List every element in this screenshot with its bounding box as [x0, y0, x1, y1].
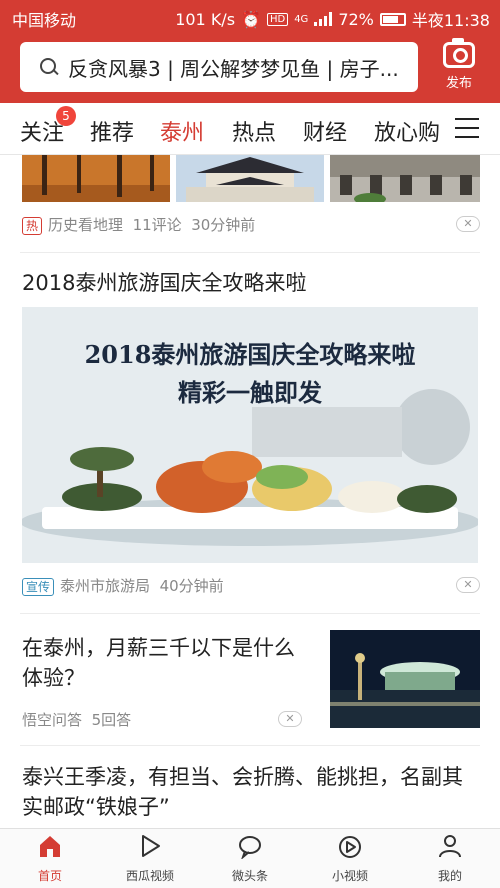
play-icon: [142, 835, 160, 857]
nav-profile[interactable]: 我的: [400, 833, 500, 884]
channel-menu-icon[interactable]: [455, 118, 479, 138]
nav-short-video-label: 小视频: [331, 869, 368, 883]
item1-dismiss-button[interactable]: ✕: [456, 216, 480, 232]
item3-title[interactable]: 在泰州，月薪三千以下是什么体验？: [22, 633, 312, 693]
tab-taizhou[interactable]: 泰州: [160, 115, 204, 147]
item2-time: 40分钟前: [159, 577, 224, 595]
item2-banner-image[interactable]: 2018泰州旅游国庆全攻略来啦 精彩一触即发: [22, 307, 478, 563]
hot-tag: 热: [22, 217, 43, 235]
nav-home-label: 首页: [37, 869, 62, 883]
divider: [20, 613, 480, 614]
home-icon: [40, 836, 60, 857]
nav-xigua-label: 西瓜视频: [125, 869, 174, 883]
divider: [20, 745, 480, 746]
battery-icon: [379, 12, 406, 26]
item1-time: 30分钟前: [191, 216, 256, 234]
nav-short-video[interactable]: 小视频: [300, 833, 400, 884]
tab-finance[interactable]: 财经: [303, 115, 347, 147]
item1-comments: 11评论: [132, 216, 182, 234]
item2-source[interactable]: 泰州市旅游局: [60, 577, 150, 595]
banner-headline: 2018泰州旅游国庆全攻略来啦: [84, 340, 416, 369]
item3-dismiss-button[interactable]: ✕: [278, 711, 302, 727]
publish-label: 发布: [445, 76, 472, 91]
network-speed: 101 K/s: [175, 9, 236, 29]
chat-bubble-icon: [239, 836, 261, 861]
nav-xigua-video[interactable]: 西瓜视频: [100, 833, 200, 884]
tab-recommend[interactable]: 推荐: [90, 115, 134, 147]
search-icon: [40, 58, 58, 76]
search-bar[interactable]: 反贪风暴3 | 周公解梦梦见鱼 | 房子...: [20, 42, 418, 92]
item3-meta: 悟空问答 5回答: [22, 709, 131, 730]
tab-hot[interactable]: 热点: [232, 115, 276, 147]
search-suggestion-text: 反贪风暴3 | 周公解梦梦见鱼 | 房子...: [68, 56, 399, 81]
item1-image-2[interactable]: [176, 155, 324, 202]
publish-button[interactable]: 发布: [434, 38, 484, 98]
short-video-icon: [339, 836, 361, 858]
carrier-label: 中国移动: [12, 11, 77, 30]
signal-icon: [314, 12, 333, 26]
item2-title[interactable]: 2018泰州旅游国庆全攻略来啦: [22, 268, 478, 298]
promo-tag: 宣传: [22, 578, 55, 596]
nav-home[interactable]: 首页: [0, 833, 100, 884]
tab-shopping[interactable]: 放心购: [374, 115, 440, 147]
bottom-nav: 首页 西瓜视频 微头条 小视频 我的: [0, 828, 500, 888]
item4-title[interactable]: 泰兴王季凌，有担当、会折腾、能挑担，名副其实邮政“铁娘子”: [22, 762, 478, 822]
follow-count-badge: 5: [56, 106, 76, 126]
item1-image-3[interactable]: [330, 155, 480, 202]
nav-micro-post-label: 微头条: [231, 869, 268, 883]
item3-answers: 5回答: [91, 711, 132, 729]
hd-icon: HD: [266, 12, 289, 26]
nav-micro-post[interactable]: 微头条: [200, 833, 300, 884]
banner-subheadline: 精彩一触即发: [178, 378, 322, 407]
item3-source[interactable]: 悟空问答: [22, 711, 82, 729]
item3-thumbnail[interactable]: [330, 630, 480, 728]
item2-meta: 宣传 泰州市旅游局 40分钟前: [22, 575, 224, 596]
divider: [20, 252, 480, 253]
battery-percent: 72%: [338, 9, 374, 29]
nav-profile-label: 我的: [437, 869, 462, 883]
item1-meta: 热历史看地理 11评论 30分钟前: [22, 214, 255, 235]
person-icon: [439, 835, 461, 858]
tab-clip: 放心购: [372, 103, 442, 155]
camera-icon: [443, 38, 475, 68]
item1-source[interactable]: 历史看地理: [48, 216, 123, 234]
alarm-icon: ⏰: [241, 9, 261, 29]
network-type: 4G: [294, 13, 309, 25]
status-bar: 中国移动 101 K/s ⏰ HD 4G 72% 半夜11:38: [0, 0, 500, 34]
item2-dismiss-button[interactable]: ✕: [456, 577, 480, 593]
clock: 半夜11:38: [411, 11, 490, 30]
item1-image-1[interactable]: [22, 155, 170, 202]
